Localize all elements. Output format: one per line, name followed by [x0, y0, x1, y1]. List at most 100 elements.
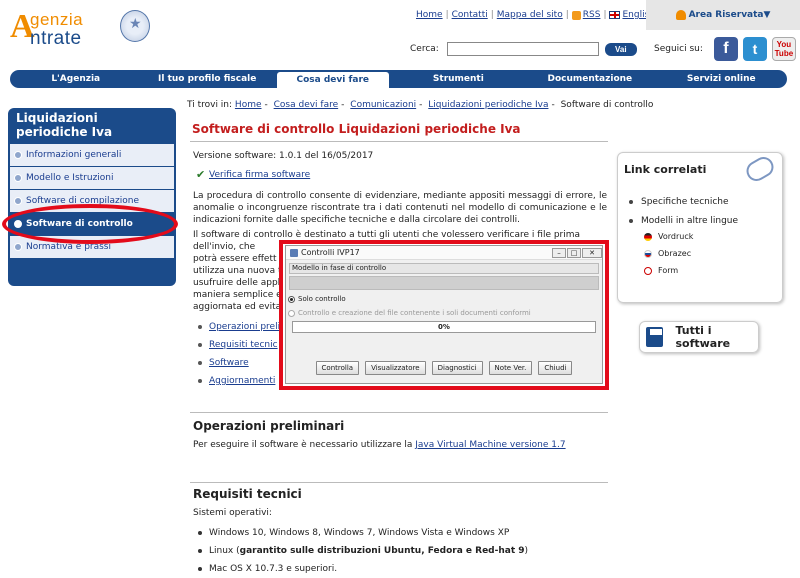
note-ver-button[interactable]: Note Ver.	[488, 361, 533, 375]
bullet-icon	[14, 197, 22, 205]
nav-profilo-fiscale[interactable]: Il tuo profilo fiscale	[141, 70, 272, 88]
maximize-icon[interactable]: □	[567, 247, 581, 258]
all-software-label: Tutti i software	[675, 324, 731, 350]
controlli-dialog: Controlli IVP17 – □ ✕ Modello in fase di…	[279, 240, 609, 390]
breadcrumb-current: Software di controllo	[560, 100, 654, 110]
operazioni-text: Per eseguire il software è necessario ut…	[193, 440, 566, 450]
header: A genzia ntrate Home | Contatti | Mappa …	[0, 0, 800, 66]
list-item: Software	[198, 354, 289, 372]
youtube-icon[interactable]: You Tube	[771, 37, 796, 61]
area-riservata-label: Area Riservata▼	[688, 10, 771, 20]
link-chain-icon	[742, 153, 778, 185]
minimize-icon[interactable]: –	[552, 247, 566, 258]
nav-agenzia[interactable]: L'Agenzia	[10, 70, 141, 88]
top-link-contatti[interactable]: Contatti	[452, 10, 488, 20]
twitter-icon[interactable]: t	[742, 37, 767, 61]
search-input[interactable]	[446, 42, 599, 56]
close-icon[interactable]: ✕	[582, 247, 602, 258]
separator: -	[341, 100, 345, 110]
breadcrumb-comunicazioni[interactable]: Comunicazioni	[350, 100, 416, 110]
youtube-text-2: Tube	[774, 49, 794, 58]
dialog-status: Modello in fase di controllo	[289, 263, 599, 274]
dialog-titlebar[interactable]: Controlli IVP17 – □ ✕	[286, 246, 602, 260]
nav-cosa-devi-fare[interactable]: Cosa devi fare	[276, 72, 389, 88]
bullet-icon	[198, 379, 202, 383]
search-button[interactable]: Vai	[604, 42, 637, 56]
breadcrumb-liquidazioni[interactable]: Liquidazioni periodiche Iva	[428, 100, 548, 110]
area-riservata-button[interactable]: Area Riservata▼	[646, 0, 800, 30]
bullet-icon	[198, 343, 202, 347]
separator: -	[419, 100, 423, 110]
bullet-icon	[14, 243, 22, 251]
os-windows: Windows 10, Windows 8, Windows 7, Window…	[209, 528, 510, 538]
user-lock-icon	[675, 10, 686, 20]
requisiti-heading: Requisiti tecnici	[193, 487, 302, 501]
list-item: Mac OS X 10.7.3 e superiori.	[198, 560, 528, 578]
top-link-mappa[interactable]: Mappa del sito	[497, 10, 563, 20]
republic-emblem-icon	[120, 10, 150, 42]
lang-label: Vordruck	[658, 232, 694, 241]
java-link[interactable]: Java Virtual Machine versione 1.7	[415, 440, 565, 450]
sidebar-item-modello[interactable]: Modello e Istruzioni	[10, 167, 174, 189]
main-nav: L'Agenzia Il tuo profilo fiscale Cosa de…	[10, 70, 787, 88]
breadcrumb-cosa-devi-fare[interactable]: Cosa devi fare	[274, 100, 339, 110]
index-link-aggiornamenti[interactable]: Aggiornamenti	[209, 376, 275, 386]
uk-flag-icon	[609, 11, 621, 19]
diagnostici-button[interactable]: Diagnostici	[431, 361, 483, 375]
facebook-icon[interactable]: f	[713, 37, 738, 61]
list-item: Windows 10, Windows 8, Windows 7, Window…	[198, 524, 528, 542]
sidebar-item-informazioni[interactable]: Informazioni generali	[10, 144, 174, 166]
radio-unselected-icon	[288, 309, 295, 317]
all-software-button[interactable]: Tutti i software	[639, 321, 759, 353]
radio-controllo-creazione[interactable]: Controllo e creazione del file contenent…	[288, 308, 602, 318]
related-title: Link correlati	[624, 163, 707, 176]
youtube-text-1: You	[776, 40, 792, 49]
search-label: Cerca:	[410, 44, 439, 54]
bullet-icon	[198, 567, 202, 571]
dialog-title: Controlli IVP17	[301, 248, 360, 257]
uk-flag-icon	[644, 266, 652, 275]
verify-signature[interactable]: ✔ Verifica firma software	[196, 168, 310, 181]
nav-documentazione[interactable]: Documentazione	[524, 70, 655, 88]
chiudi-button[interactable]: Chiudi	[538, 361, 573, 375]
top-links: Home | Contatti | Mappa del sito | RSS |…	[416, 10, 655, 20]
list-item: Aggiornamenti	[198, 372, 289, 390]
dialog-window: Controlli IVP17 – □ ✕ Modello in fase di…	[285, 245, 603, 384]
related-altre-lingue: Modelli in altre lingue	[641, 216, 739, 226]
signature-check-icon: ✔	[196, 168, 206, 181]
index-link-software[interactable]: Software	[209, 358, 249, 368]
visualizzatore-button[interactable]: Visualizzatore	[365, 361, 426, 375]
logo-word-2: ntrate	[30, 28, 82, 49]
radio-solo-controllo[interactable]: Solo controllo	[288, 294, 602, 304]
slovenia-flag-icon	[644, 249, 652, 258]
verify-link[interactable]: Verifica firma software	[209, 170, 310, 180]
intro-paragraph: La procedura di controllo consente di ev…	[193, 191, 607, 225]
bullet-icon	[198, 361, 202, 365]
index-link-operazioni[interactable]: Operazioni prelim	[209, 322, 289, 332]
bullet-icon	[14, 174, 22, 182]
list-item: Requisiti tecnic	[198, 336, 289, 354]
lang-item-de[interactable]: Vordruck	[644, 232, 693, 241]
list-item: Specifiche tecniche	[629, 197, 729, 207]
lang-item-si[interactable]: Obrazec	[644, 249, 691, 258]
logo-word-1: genzia	[30, 10, 84, 29]
nav-servizi-online[interactable]: Servizi online	[656, 70, 787, 88]
operazioni-sentence: Per eseguire il software è necessario ut…	[193, 440, 413, 450]
breadcrumb: Ti trovi in: Home - Cosa devi fare - Comun…	[187, 100, 653, 110]
top-link-home[interactable]: Home	[416, 10, 443, 20]
list-item: Modelli in altre lingue	[629, 216, 738, 226]
radio-label: Controllo e creazione del file contenent…	[298, 309, 531, 317]
top-link-rss[interactable]: RSS	[583, 10, 601, 20]
rss-icon	[571, 10, 581, 20]
index-link-requisiti[interactable]: Requisiti tecnic	[209, 340, 278, 350]
separator: -	[264, 100, 268, 110]
sidebar-title: Liquidazioni periodiche Iva	[16, 111, 113, 139]
sidebar-item-label: Modello e Istruzioni	[26, 173, 114, 183]
social-label: Seguici su:	[654, 44, 703, 54]
nav-strumenti[interactable]: Strumenti	[393, 70, 524, 88]
controlla-button[interactable]: Controlla	[315, 361, 360, 375]
os-list: Windows 10, Windows 8, Windows 7, Window…	[198, 524, 528, 578]
breadcrumb-home[interactable]: Home	[235, 100, 262, 110]
lang-item-en[interactable]: Form	[644, 266, 678, 275]
related-specifiche[interactable]: Specifiche tecniche	[641, 197, 729, 207]
